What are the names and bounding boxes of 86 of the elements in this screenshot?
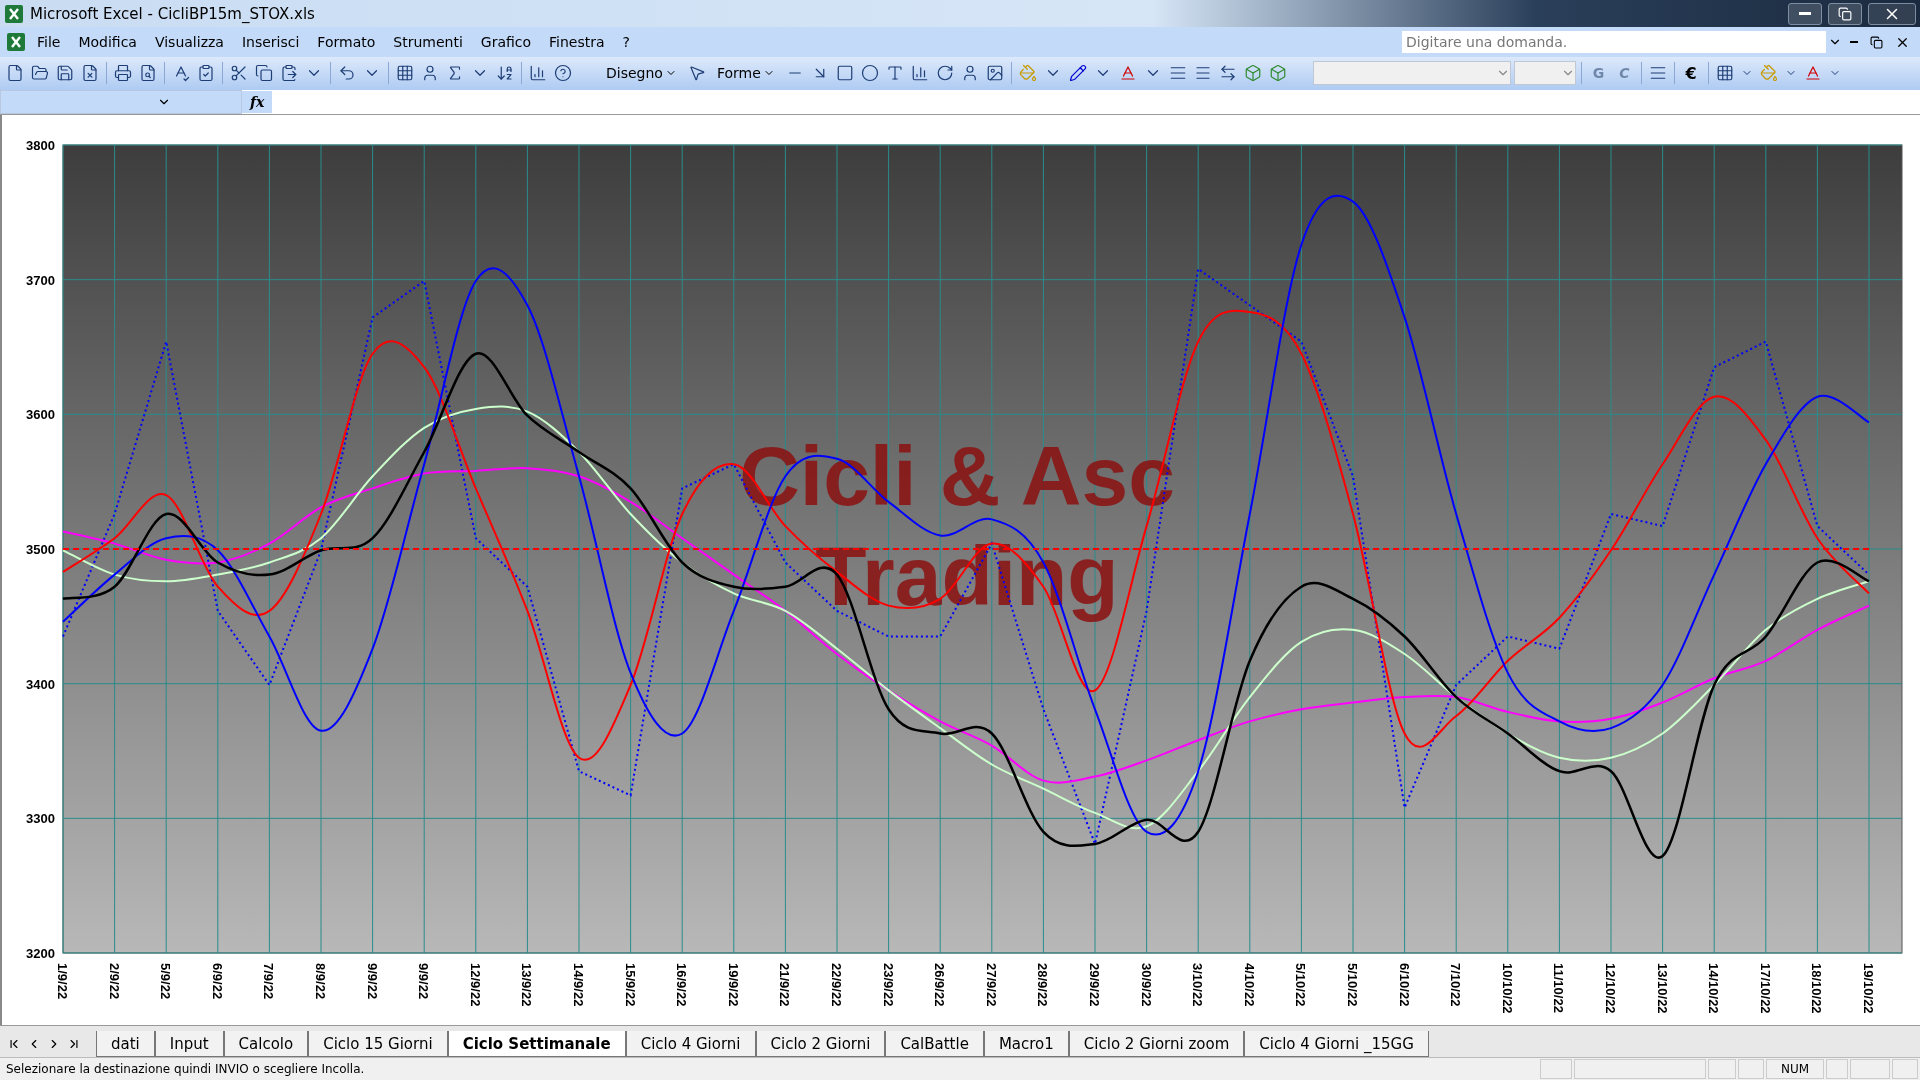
x-tick-label: 12/9/22 bbox=[467, 963, 483, 1007]
y-tick-label: 3700 bbox=[26, 272, 55, 288]
sheet-tab[interactable]: Ciclo 2 Giorni bbox=[755, 1031, 886, 1058]
workbook-icon bbox=[6, 32, 26, 53]
sheet-tab[interactable]: Ciclo 2 Giorni zoom bbox=[1068, 1031, 1245, 1058]
x-tick-label: 1/9/22 bbox=[55, 963, 70, 1000]
x-tick-label: 19/9/22 bbox=[725, 963, 741, 1007]
sheet-tab[interactable]: Ciclo 4 Giorni bbox=[625, 1031, 756, 1058]
x-tick-label: 13/10/22 bbox=[1654, 963, 1670, 1014]
x-tick-label: 2/9/22 bbox=[106, 963, 122, 1000]
sheet-tab[interactable]: CalBattle bbox=[885, 1031, 984, 1058]
status-panel bbox=[1850, 1059, 1890, 1080]
menu-item[interactable]: Inserisci bbox=[234, 32, 307, 53]
restore-icon bbox=[1838, 6, 1852, 21]
x-tick-label: 7/10/22 bbox=[1448, 963, 1464, 1007]
x-tick-label: 6/10/22 bbox=[1396, 963, 1412, 1007]
drawing-menu-button[interactable]: Disegno bbox=[600, 63, 683, 84]
menu-item[interactable]: Finestra bbox=[542, 32, 612, 53]
x-tick-label: 30/9/22 bbox=[1138, 963, 1154, 1007]
status-panel bbox=[1826, 1059, 1848, 1080]
status-indicator: NUM bbox=[1766, 1059, 1824, 1080]
x-tick-label: 22/9/22 bbox=[829, 963, 844, 1007]
x-tick-label: 12/10/22 bbox=[1603, 963, 1618, 1014]
app-icon bbox=[4, 3, 24, 24]
x-tick-label: 26/9/22 bbox=[932, 963, 948, 1007]
x-tick-label: 14/9/22 bbox=[571, 963, 586, 1007]
menu-item[interactable]: Visualizza bbox=[147, 32, 231, 53]
x-tick-label: 5/10/22 bbox=[1345, 963, 1360, 1007]
x-tick-label: 10/10/22 bbox=[1499, 963, 1515, 1014]
x-tick-label: 13/9/22 bbox=[519, 963, 535, 1007]
status-panel bbox=[1708, 1059, 1736, 1080]
sheet-tab[interactable]: Input bbox=[154, 1031, 224, 1058]
x-tick-label: 7/9/22 bbox=[261, 963, 277, 1000]
y-tick-label: 3300 bbox=[26, 811, 55, 827]
sheet-tab[interactable]: Ciclo Settimanale bbox=[447, 1031, 626, 1058]
help-search-field[interactable]: Digitare una domanda. bbox=[1402, 31, 1826, 54]
x-tick-label: 5/9/22 bbox=[158, 963, 174, 1000]
x-tick-label: 17/10/22 bbox=[1757, 963, 1773, 1014]
shapes-menu-button[interactable]: Forme bbox=[710, 63, 781, 84]
y-tick-label: 3500 bbox=[26, 542, 55, 558]
euro-button[interactable]: € bbox=[1679, 61, 1703, 85]
y-tick-label: 3600 bbox=[26, 407, 55, 423]
menu-item[interactable]: Modifica bbox=[71, 32, 144, 53]
x-tick-label: 6/9/22 bbox=[209, 963, 225, 1000]
sheet-tab[interactable]: dati bbox=[96, 1031, 155, 1058]
x-tick-label: 9/9/22 bbox=[364, 963, 380, 1000]
menu-item[interactable]: Formato bbox=[310, 32, 383, 53]
x-tick-label: 29/9/22 bbox=[1087, 963, 1102, 1007]
x-tick-label: 28/9/22 bbox=[1035, 963, 1051, 1007]
minimize-icon bbox=[1799, 12, 1811, 16]
minimize-icon[interactable] bbox=[1850, 41, 1858, 44]
menu-item[interactable]: Grafico bbox=[473, 32, 539, 53]
y-tick-label: 3800 bbox=[26, 138, 55, 154]
sheet-tab[interactable]: Ciclo 4 Giorni _15GG bbox=[1244, 1031, 1429, 1058]
window-title: Microsoft Excel - CicliBP15m_STOX.xls bbox=[30, 4, 316, 23]
restore-button[interactable] bbox=[1828, 2, 1862, 25]
status-panel bbox=[1892, 1059, 1918, 1080]
menu-item[interactable]: ? bbox=[615, 32, 637, 53]
y-tick-label: 3200 bbox=[26, 946, 55, 962]
x-tick-label: 9/9/22 bbox=[416, 963, 432, 1000]
x-tick-label: 16/9/22 bbox=[674, 963, 690, 1007]
x-tick-label: 14/10/22 bbox=[1706, 963, 1722, 1014]
y-tick-label: 3400 bbox=[26, 676, 55, 692]
menu-item[interactable]: Strumenti bbox=[386, 32, 470, 53]
x-tick-label: 11/10/22 bbox=[1551, 963, 1567, 1013]
x-tick-label: 27/9/22 bbox=[983, 963, 999, 1007]
x-tick-label: 3/10/22 bbox=[1190, 963, 1206, 1007]
x-tick-label: 8/9/22 bbox=[313, 963, 328, 1000]
function-button[interactable]: fx bbox=[242, 91, 273, 114]
x-tick-label: 21/9/22 bbox=[777, 963, 793, 1007]
sheet-tab[interactable]: Calcolo bbox=[223, 1031, 309, 1058]
restore-icon[interactable] bbox=[1870, 35, 1883, 49]
sheet-tab[interactable]: Macro1 bbox=[983, 1031, 1069, 1058]
x-tick-label: 19/10/22 bbox=[1861, 963, 1876, 1014]
x-tick-label: 4/10/22 bbox=[1241, 963, 1257, 1007]
status-message: Selezionare la destinazione quindi INVIO o scegliere Incolla. bbox=[6, 1062, 366, 1077]
minimize-button[interactable] bbox=[1788, 2, 1822, 25]
x-tick-label: 18/10/22 bbox=[1809, 963, 1825, 1014]
x-tick-label: 5/10/22 bbox=[1293, 963, 1309, 1007]
x-tick-label: 23/9/22 bbox=[880, 963, 896, 1007]
x-tick-label: 15/9/22 bbox=[622, 963, 638, 1007]
menu-item[interactable]: File bbox=[30, 32, 68, 53]
close-button[interactable] bbox=[1868, 2, 1916, 25]
status-panel bbox=[1540, 1059, 1572, 1080]
status-panel bbox=[1738, 1059, 1764, 1080]
sheet-tab[interactable]: Ciclo 15 Giorni bbox=[308, 1031, 448, 1058]
